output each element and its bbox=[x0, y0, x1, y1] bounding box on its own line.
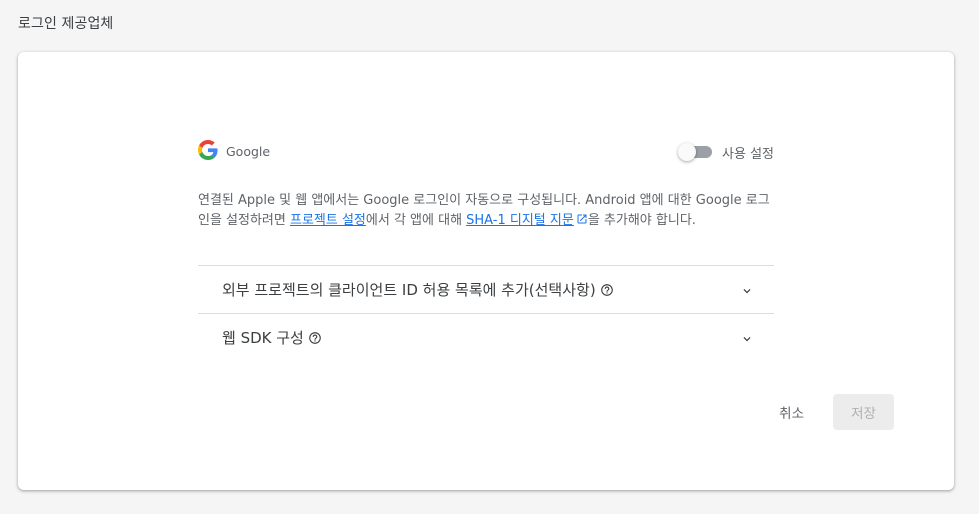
description-part-2: 에서 각 앱에 대해 bbox=[365, 213, 467, 228]
save-button[interactable]: 저장 bbox=[833, 394, 894, 430]
provider-card: Google 사용 설정 연결된 Apple 및 웹 앱에서는 Google 로… bbox=[18, 52, 954, 490]
sha1-fingerprint-link-label: SHA-1 디지털 지문 bbox=[466, 213, 574, 228]
accordion-title-allowlist-text: 외부 프로젝트의 클라이언트 ID 허용 목록에 추가(선택사항) bbox=[222, 281, 596, 299]
description-text: 연결된 Apple 및 웹 앱에서는 Google 로그인이 자동으로 구성됩니… bbox=[198, 191, 778, 231]
accordion: 외부 프로젝트의 클라이언트 ID 허용 목록에 추가(선택사항) 웹 SDK … bbox=[198, 265, 774, 361]
page-title: 로그인 제공업체 bbox=[18, 16, 114, 32]
toggle-thumb bbox=[678, 143, 696, 161]
project-settings-link[interactable]: 프로젝트 설정 bbox=[290, 213, 366, 228]
open-in-new-icon bbox=[577, 214, 587, 224]
google-g-icon bbox=[198, 140, 218, 160]
provider-name: Google bbox=[226, 144, 271, 159]
toggle-label: 사용 설정 bbox=[722, 147, 774, 162]
provider-header: Google 사용 설정 bbox=[198, 138, 774, 164]
accordion-item-allowlist[interactable]: 외부 프로젝트의 클라이언트 ID 허용 목록에 추가(선택사항) bbox=[198, 265, 774, 313]
chevron-down-icon bbox=[743, 289, 751, 294]
accordion-title-web-sdk: 웹 SDK 구성 bbox=[222, 327, 322, 348]
description-part-3: 을 추가해야 합니다. bbox=[587, 213, 696, 228]
chevron-down-icon bbox=[743, 337, 751, 342]
enable-toggle[interactable] bbox=[678, 143, 712, 161]
accordion-item-web-sdk[interactable]: 웹 SDK 구성 bbox=[198, 313, 774, 361]
accordion-title-allowlist: 외부 프로젝트의 클라이언트 ID 허용 목록에 추가(선택사항) bbox=[222, 279, 614, 300]
help-icon[interactable] bbox=[308, 331, 322, 345]
sha1-fingerprint-link[interactable]: SHA-1 디지털 지문 bbox=[466, 213, 588, 228]
cancel-button[interactable]: 취소 bbox=[769, 394, 814, 430]
accordion-title-web-sdk-text: 웹 SDK 구성 bbox=[222, 329, 304, 347]
help-icon[interactable] bbox=[600, 283, 614, 297]
